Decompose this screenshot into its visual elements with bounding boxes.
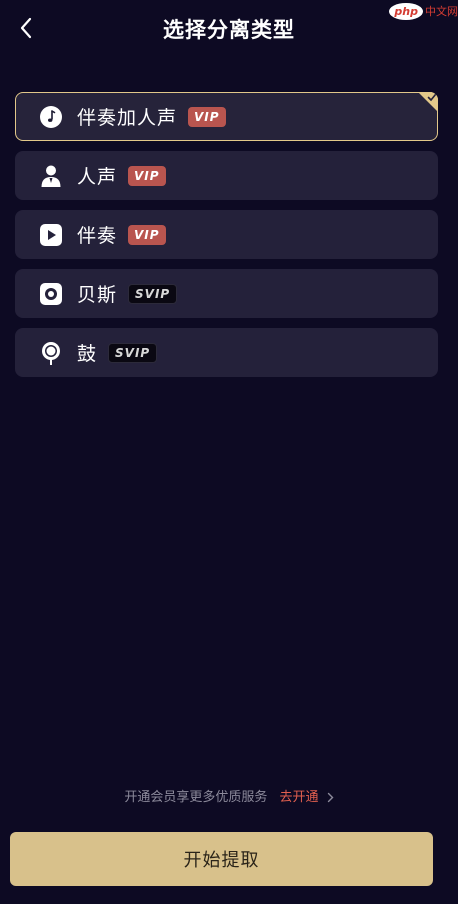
option-label: 贝斯	[77, 284, 118, 306]
option-label: 伴奏	[77, 225, 118, 247]
drum-icon	[39, 341, 63, 365]
vip-badge: VIP	[188, 106, 226, 127]
selected-check-icon	[418, 92, 438, 112]
watermark: php 中文网	[389, 0, 458, 22]
option-label: 人声	[77, 166, 118, 188]
header: 选择分离类型 php 中文网	[0, 0, 458, 60]
option-drums[interactable]: 鼓 SVIP	[15, 328, 438, 377]
watermark-logo: php	[389, 2, 423, 20]
promo-text: 开通会员享更多优质服务	[124, 790, 268, 805]
app-screen: 选择分离类型 php 中文网 伴奏加人声 VIP 人声 VIP 伴奏 VIP 贝…	[0, 0, 458, 904]
activate-link-label: 去开通	[279, 790, 319, 805]
separation-options: 伴奏加人声 VIP 人声 VIP 伴奏 VIP 贝斯 SVIP 鼓 SVIP	[15, 92, 438, 387]
chevron-right-icon	[327, 792, 334, 803]
person-icon	[39, 164, 63, 188]
option-vocals[interactable]: 人声 VIP	[15, 151, 438, 200]
option-label: 鼓	[77, 343, 98, 365]
vip-badge: VIP	[128, 165, 166, 186]
option-label: 伴奏加人声	[77, 107, 178, 129]
svip-badge: SVIP	[128, 283, 178, 304]
option-bass[interactable]: 贝斯 SVIP	[15, 269, 438, 318]
membership-promo: 开通会员享更多优质服务 去开通	[0, 786, 458, 805]
music-note-icon	[39, 105, 63, 129]
svip-badge: SVIP	[108, 342, 158, 363]
option-accompaniment[interactable]: 伴奏 VIP	[15, 210, 438, 259]
watermark-text: 中文网	[425, 5, 458, 18]
vip-badge: VIP	[128, 224, 166, 245]
start-extract-button[interactable]: 开始提取	[10, 832, 433, 886]
play-icon	[39, 223, 63, 247]
activate-membership-link[interactable]: 去开通	[280, 790, 334, 805]
option-vocals-and-accompaniment[interactable]: 伴奏加人声 VIP	[15, 92, 438, 141]
speaker-icon	[39, 282, 63, 306]
